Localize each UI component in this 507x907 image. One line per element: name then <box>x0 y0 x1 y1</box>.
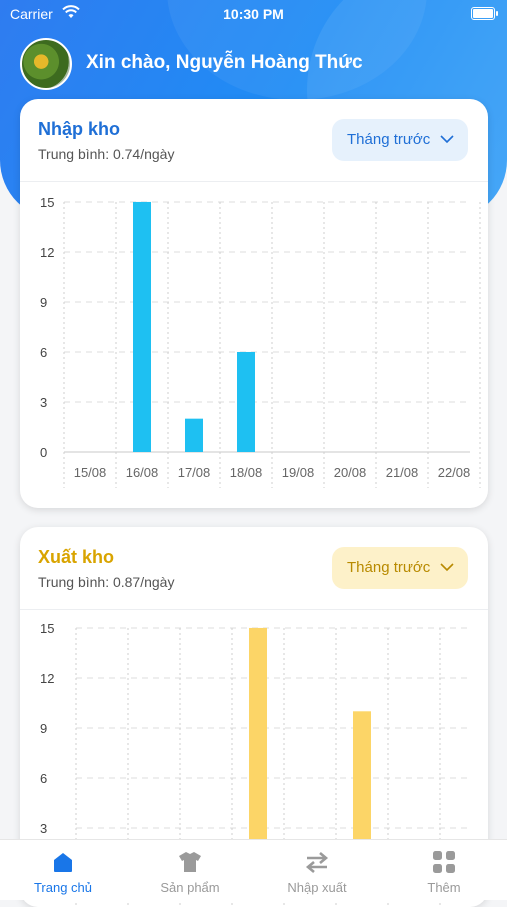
swap-arrows-icon <box>305 852 329 873</box>
tab-label: Nhập xuất <box>287 880 347 895</box>
y-tick-label: 3 <box>40 395 47 410</box>
x-tick-label: 20/08 <box>334 465 367 480</box>
tab-label: Thêm <box>427 880 461 895</box>
x-tick-label: 21/08 <box>386 465 419 480</box>
x-tick-label: 16/08 <box>126 465 159 480</box>
home-icon <box>54 853 72 872</box>
period-dropdown[interactable]: Tháng trước <box>332 119 468 161</box>
y-tick-label: 0 <box>40 445 47 460</box>
y-tick-label: 6 <box>40 771 47 786</box>
chevron-down-icon <box>440 135 454 144</box>
x-tick-label: 22/08 <box>438 465 471 480</box>
x-tick-label: 19/08 <box>282 465 315 480</box>
tab-import-export[interactable]: Nhập xuất <box>254 840 380 900</box>
card-average: Trung bình: 0.87/ngày <box>38 574 175 590</box>
x-tick-label: 15/08 <box>74 465 107 480</box>
card-title: Nhập kho <box>38 119 121 139</box>
tab-products[interactable]: Sản phẩm <box>127 840 253 900</box>
status-bar: Carrier 10:30 PM <box>0 0 507 28</box>
period-dropdown[interactable]: Tháng trước <box>332 547 468 589</box>
import-chart: 0 3 6 9 12 15 15/08 16/08 17/08 18/08 19/08 20/08 21… <box>20 182 488 508</box>
y-tick-label: 15 <box>40 195 54 210</box>
card-title: Xuất kho <box>38 547 115 567</box>
dropdown-label: Tháng trước <box>347 559 431 576</box>
tab-label: Sản phẩm <box>160 880 220 895</box>
chevron-down-icon <box>440 563 454 572</box>
y-tick-label: 3 <box>40 821 47 836</box>
grid-icon <box>433 851 455 873</box>
tab-more[interactable]: Thêm <box>381 840 507 900</box>
x-tick-label: 18/08 <box>230 465 263 480</box>
y-tick-label: 6 <box>40 345 47 360</box>
bar[interactable] <box>133 201 151 452</box>
y-tick-label: 15 <box>40 621 54 636</box>
avatar[interactable] <box>20 38 72 90</box>
tab-label: Trang chủ <box>33 880 93 895</box>
bar[interactable] <box>185 418 203 452</box>
tab-home[interactable]: Trang chủ <box>0 840 126 900</box>
x-tick-label: 17/08 <box>178 465 211 480</box>
bottom-tab-bar: Trang chủ Sản phẩm Nhập xuất Thêm <box>0 839 507 900</box>
card-average: Trung bình: 0.74/ngày <box>38 146 175 162</box>
import-card: Nhập kho Trung bình: 0.74/ngày Tháng trư… <box>20 99 488 508</box>
greeting-text: Xin chào, Nguyễn Hoàng Thức <box>86 52 363 73</box>
dropdown-label: Tháng trước <box>347 131 431 148</box>
battery-icon <box>471 7 498 20</box>
bar[interactable] <box>237 351 255 452</box>
clock: 10:30 PM <box>223 6 284 22</box>
y-tick-label: 9 <box>40 721 47 736</box>
y-tick-label: 9 <box>40 295 47 310</box>
y-tick-label: 12 <box>40 671 54 686</box>
shirt-icon <box>179 852 201 872</box>
y-tick-label: 12 <box>40 245 54 260</box>
